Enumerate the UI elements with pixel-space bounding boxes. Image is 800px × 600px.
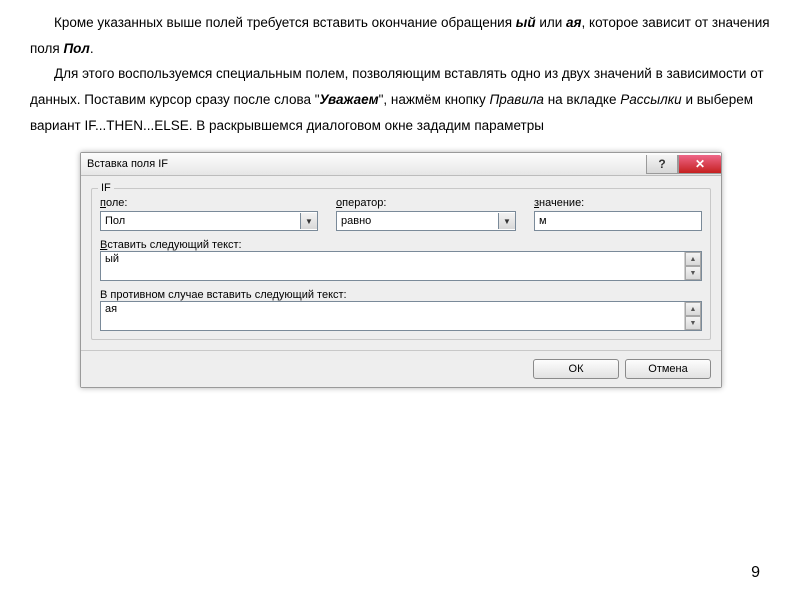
field-label: поле:: [100, 197, 318, 209]
chevron-down-icon[interactable]: ▼: [498, 213, 515, 229]
insert-true-value: ый: [101, 252, 684, 280]
close-button[interactable]: ✕: [678, 155, 721, 174]
cancel-button[interactable]: Отмена: [625, 359, 711, 379]
dialog-body: IF поле: Пол ▼ оператор: равно ▼: [81, 176, 721, 350]
insert-true-label: Вставить следующий текст:: [100, 239, 702, 251]
value-text: м: [539, 215, 547, 227]
paragraph-2: Для этого воспользуемся специальным поле…: [30, 61, 770, 138]
scroll-up-icon[interactable]: ▲: [685, 302, 701, 316]
scroll-down-icon[interactable]: ▼: [685, 266, 701, 280]
scroll-down-icon[interactable]: ▼: [685, 316, 701, 330]
field-combo[interactable]: Пол ▼: [100, 211, 318, 231]
text: на вкладке: [544, 92, 620, 107]
if-legend: IF: [98, 182, 114, 194]
help-icon: ?: [658, 157, 665, 171]
chevron-down-icon[interactable]: ▼: [300, 213, 317, 229]
ok-button[interactable]: ОК: [533, 359, 619, 379]
text-italic: Пол: [63, 41, 89, 56]
text: или: [536, 15, 566, 30]
dialog-insert-if: Вставка поля IF ? ✕ IF поле: Пол ▼: [80, 152, 722, 388]
document-text: Кроме указанных выше полей требуется вст…: [0, 0, 800, 138]
page-number: 9: [751, 564, 760, 582]
text: Кроме указанных выше полей требуется вст…: [54, 15, 516, 30]
scrollbar[interactable]: ▲ ▼: [684, 252, 701, 280]
dialog-title: Вставка поля IF: [87, 158, 646, 170]
insert-false-value: ая: [101, 302, 684, 330]
text-italic: ый: [516, 15, 536, 30]
text: IF...THEN...ELSE: [84, 118, 188, 133]
text: ", нажмём кнопку: [379, 92, 490, 107]
text-italic: Правила: [489, 92, 543, 107]
if-group: IF поле: Пол ▼ оператор: равно ▼: [91, 188, 711, 340]
dialog-buttons: ОК Отмена: [81, 350, 721, 387]
text-italic: ая: [566, 15, 581, 30]
operator-combo[interactable]: равно ▼: [336, 211, 516, 231]
window-controls: ? ✕: [646, 155, 721, 174]
value-input[interactable]: м: [534, 211, 702, 231]
titlebar[interactable]: Вставка поля IF ? ✕: [81, 153, 721, 176]
operator-value: равно: [337, 215, 498, 227]
text-italic: Уважаем: [320, 92, 379, 107]
text: .: [90, 41, 94, 56]
insert-false-label: В противном случае вставить следующий те…: [100, 289, 702, 301]
close-icon: ✕: [695, 157, 705, 171]
text-italic: Рассылки: [620, 92, 681, 107]
scrollbar[interactable]: ▲ ▼: [684, 302, 701, 330]
scroll-up-icon[interactable]: ▲: [685, 252, 701, 266]
field-value: Пол: [101, 215, 300, 227]
insert-false-textarea[interactable]: ая ▲ ▼: [100, 301, 702, 331]
paragraph-1: Кроме указанных выше полей требуется вст…: [30, 10, 770, 61]
insert-true-textarea[interactable]: ый ▲ ▼: [100, 251, 702, 281]
operator-label: оператор:: [336, 197, 516, 209]
help-button[interactable]: ?: [647, 155, 678, 174]
text: . В раскрывшемся диалоговом окне зададим…: [189, 118, 544, 133]
value-label: значение:: [534, 197, 702, 209]
